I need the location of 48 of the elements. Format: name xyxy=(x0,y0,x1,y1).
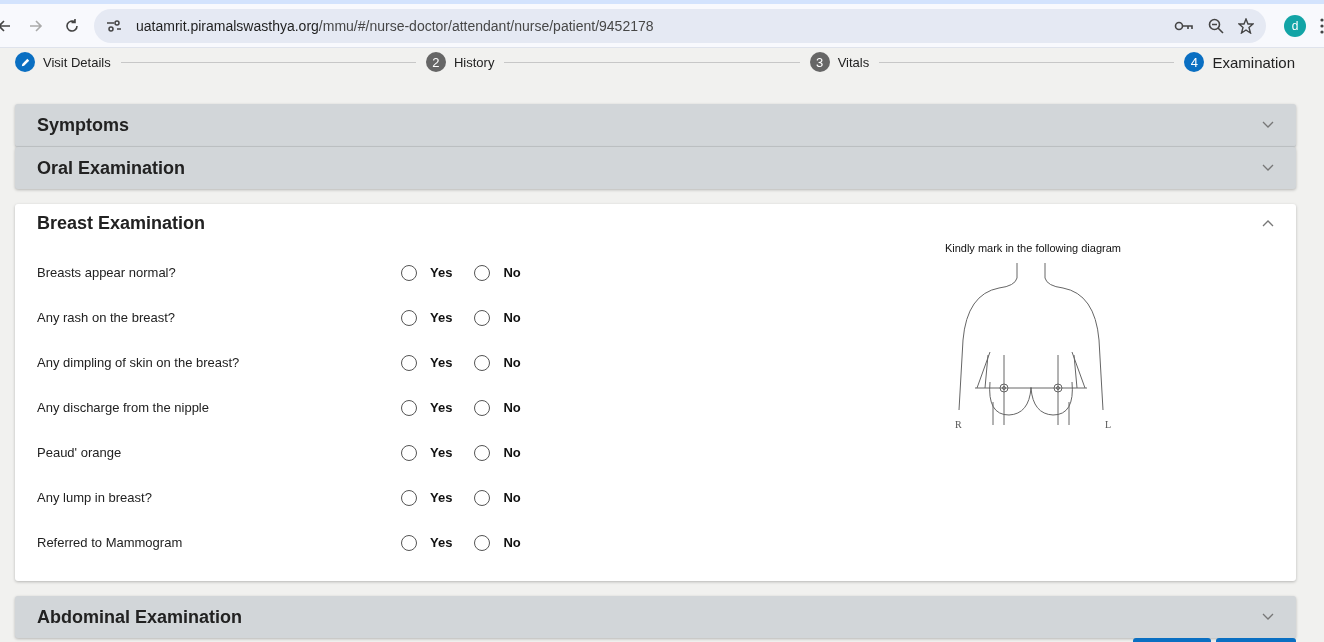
chevron-icon[interactable] xyxy=(1262,164,1274,172)
question-label: Referred to Mammogram xyxy=(37,535,184,550)
zoom-out-icon[interactable] xyxy=(1208,17,1224,34)
radio-option[interactable]: Yes xyxy=(401,309,453,326)
panel-title[interactable]: Symptoms xyxy=(37,114,130,136)
radio-option[interactable]: No xyxy=(474,534,521,551)
question-label: Peaud' orange xyxy=(37,445,123,460)
step-number[interactable]: 2 xyxy=(425,52,446,72)
more-icon[interactable] xyxy=(1320,17,1324,34)
radio-option[interactable]: Yes xyxy=(401,534,453,551)
radio-option[interactable]: Yes xyxy=(401,354,453,371)
star-icon[interactable] xyxy=(1238,17,1254,34)
step-label[interactable]: Examination xyxy=(1212,53,1295,71)
pencil-icon[interactable] xyxy=(15,52,35,72)
radio-option[interactable]: Yes xyxy=(401,264,453,281)
question-label: Breasts appear normal? xyxy=(37,265,177,280)
question-label: Any discharge from the nipple xyxy=(37,400,210,415)
question-label: Any lump in breast? xyxy=(37,490,153,505)
diagram-caption: Kindly mark in the following diagram xyxy=(944,242,1121,254)
url-text: uatamrit.piramalswasthya.org/mmu/#/nurse-doctor/attendant/nurse/patient/9452178 xyxy=(136,17,655,34)
question-label: Any rash on the breast? xyxy=(37,310,177,325)
panel-title[interactable]: Abdominal Examination xyxy=(37,606,243,628)
step-number[interactable]: 4 xyxy=(1184,52,1205,72)
step-label[interactable]: Vitals xyxy=(837,54,870,70)
panel-title[interactable]: Oral Examination xyxy=(37,157,186,179)
radio-option[interactable]: No xyxy=(474,309,521,326)
radio-option[interactable]: Yes xyxy=(401,399,453,416)
step-label[interactable]: History xyxy=(453,54,495,70)
reload-icon[interactable] xyxy=(64,17,80,34)
radio-option[interactable]: No xyxy=(474,489,521,506)
breast-diagram-drawing[interactable]: R L xyxy=(946,260,1119,432)
address-bar[interactable]: uatamrit.piramalswasthya.org/mmu/#/nurse-doctor/attendant/nurse/patient/9452178 xyxy=(94,8,1266,43)
question-label: Any dimpling of skin on the breast? xyxy=(37,355,241,370)
chevron-icon[interactable] xyxy=(1262,219,1274,227)
back-icon[interactable] xyxy=(0,17,12,34)
key-icon[interactable] xyxy=(1174,19,1194,32)
chevron-icon[interactable] xyxy=(1262,121,1274,129)
site-settings-icon[interactable] xyxy=(106,18,122,33)
radio-option[interactable]: No xyxy=(474,444,521,461)
radio-option[interactable]: No xyxy=(474,264,521,281)
radio-option[interactable]: No xyxy=(474,354,521,371)
step-number[interactable]: 3 xyxy=(809,52,830,72)
step-label[interactable]: Visit Details xyxy=(43,54,111,70)
chevron-icon[interactable] xyxy=(1262,613,1274,621)
radio-option[interactable]: Yes xyxy=(401,444,453,461)
panel-title[interactable]: Breast Examination xyxy=(37,212,206,234)
radio-option[interactable]: No xyxy=(474,399,521,416)
radio-option[interactable]: Yes xyxy=(401,489,453,506)
